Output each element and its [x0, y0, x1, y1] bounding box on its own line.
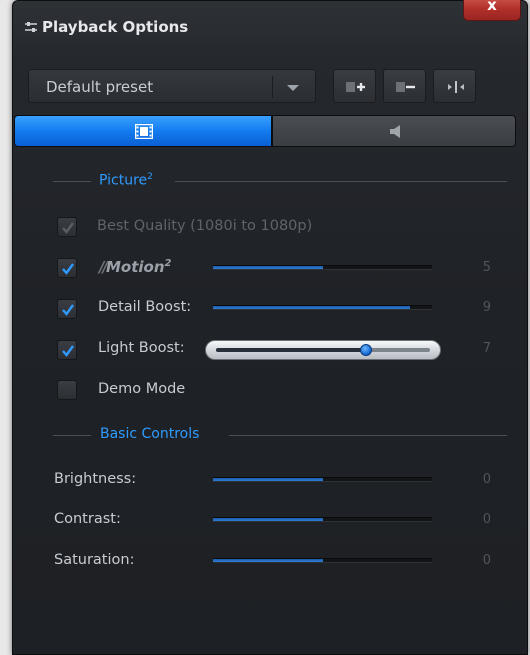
detail-boost-slider-fill: [213, 306, 411, 309]
divider: [175, 181, 507, 182]
divider: [53, 435, 91, 436]
light-boost-slider[interactable]: [205, 340, 441, 360]
contrast-value: 0: [482, 512, 491, 527]
brightness-slider[interactable]: [213, 477, 432, 482]
tab-video[interactable]: [14, 115, 272, 147]
remove-preset-button[interactable]: [383, 69, 426, 103]
contrast-label: Contrast:: [54, 511, 121, 527]
picture-section-title: Picture2: [99, 172, 153, 189]
chevron-down-icon: [287, 85, 299, 91]
detail-boost-checkbox[interactable]: [57, 299, 77, 319]
playback-options-window: Playback Options x Default preset Pictur…: [12, 0, 528, 655]
motion-value: 5: [482, 260, 491, 275]
divider: [229, 435, 507, 436]
contrast-slider[interactable]: [213, 517, 432, 522]
contrast-slider-fill: [213, 518, 323, 521]
checkmark-icon: [62, 345, 74, 357]
brightness-value: 0: [482, 472, 491, 487]
saturation-label: Saturation:: [54, 552, 135, 568]
motion-logo: //Motion2: [99, 258, 172, 276]
preset-selected-value: Default preset: [46, 78, 154, 96]
preset-dropdown[interactable]: Default preset: [28, 69, 316, 103]
compare-preset-button[interactable]: [433, 69, 476, 103]
close-button[interactable]: x: [463, 0, 521, 21]
detail-boost-value: 9: [482, 300, 491, 315]
saturation-slider[interactable]: [213, 558, 432, 563]
close-icon: x: [487, 0, 497, 14]
demo-mode-label: Demo Mode: [98, 381, 186, 397]
split-compare-icon: [448, 81, 464, 93]
divider: [53, 181, 91, 182]
dropdown-divider: [272, 76, 273, 98]
saturation-slider-fill: [213, 559, 323, 562]
saturation-value: 0: [482, 553, 491, 568]
settings-sliders-icon: [25, 22, 37, 32]
best-quality-label: Best Quality (1080i to 1080p): [97, 218, 313, 234]
demo-mode-checkbox[interactable]: [57, 380, 77, 400]
title-bar[interactable]: Playback Options: [13, 11, 527, 45]
light-boost-slider-thumb[interactable]: [359, 344, 372, 356]
checkmark-icon: [62, 263, 74, 275]
checkmark-icon: [62, 304, 74, 316]
basic-controls-section-header: Basic Controls: [53, 425, 507, 445]
light-boost-slider-fill: [216, 348, 366, 352]
preset-toolbar: Default preset: [28, 69, 518, 103]
brightness-slider-fill: [213, 478, 323, 481]
remove-preset-icon: [396, 82, 415, 92]
film-icon: [135, 124, 153, 139]
brightness-label: Brightness:: [54, 471, 137, 487]
detail-boost-label: Detail Boost:: [98, 299, 192, 315]
picture-section-header: Picture2: [53, 171, 507, 191]
motion-slider[interactable]: [213, 265, 432, 270]
motion-slider-fill: [213, 266, 323, 269]
basic-controls-section-title: Basic Controls: [100, 426, 200, 442]
add-preset-icon: [346, 82, 365, 92]
checkmark-icon: [62, 222, 74, 234]
add-preset-button[interactable]: [333, 69, 376, 103]
best-quality-checkbox[interactable]: [57, 217, 77, 237]
speaker-icon: [390, 125, 400, 138]
window-title: Playback Options: [42, 18, 189, 36]
light-boost-value: 7: [482, 341, 491, 356]
light-boost-checkbox[interactable]: [57, 340, 77, 360]
tab-audio[interactable]: [272, 115, 516, 147]
motion-checkbox[interactable]: [57, 258, 77, 278]
detail-boost-slider[interactable]: [213, 305, 432, 310]
light-boost-label: Light Boost:: [98, 340, 185, 356]
light-boost-slider-track: [216, 348, 430, 352]
tab-bar: [14, 115, 516, 147]
